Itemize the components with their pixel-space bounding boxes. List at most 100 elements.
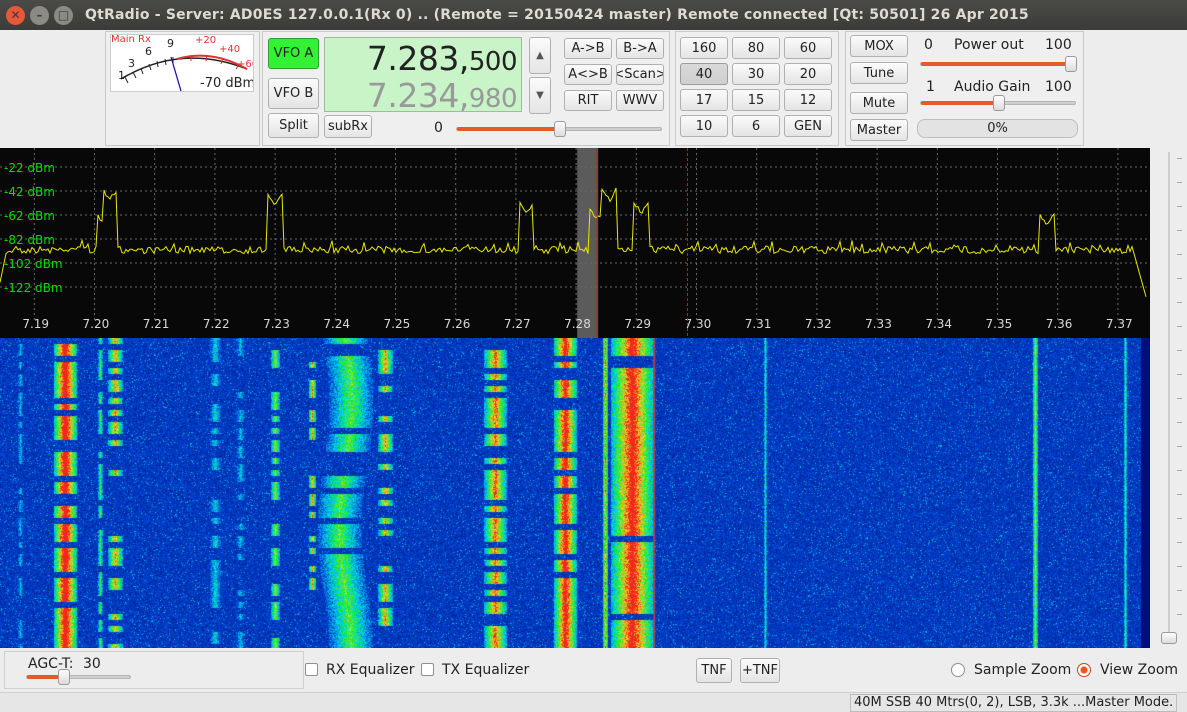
band-button-10[interactable]: 10 — [680, 115, 728, 137]
band-button-12[interactable]: 12 — [784, 89, 832, 111]
tx-equalizer-label: TX Equalizer — [442, 662, 530, 678]
freq-label: 7.20 — [83, 317, 110, 331]
tnf-button[interactable]: TNF — [696, 658, 732, 683]
freq-label: 7.36 — [1046, 317, 1073, 331]
scrollbar-tick — [1177, 350, 1182, 351]
down-arrow-icon: ▼ — [536, 90, 544, 101]
spectrum-plot[interactable]: -22 dBm -42 dBm -62 dBm -82 dBm -102 dBm -122… — [0, 148, 1150, 338]
freq-label: 7.29 — [624, 317, 651, 331]
vfo-b-frequency-hz: 980 — [468, 84, 518, 114]
tx-progress-bar: 0% — [917, 119, 1078, 138]
audio-gain-slider[interactable] — [920, 95, 1076, 111]
title-bar: ✕ – □ QtRadio - Server: AD0ES 127.0.0.1(… — [0, 0, 1187, 30]
vfo-op-button-4[interactable]: <Scan> — [616, 64, 664, 85]
tx-equalizer-checkbox[interactable] — [421, 663, 434, 676]
vfo-op-button-3[interactable]: A<>B — [564, 64, 612, 85]
scrollbar-tick — [1177, 494, 1182, 495]
vfo-b-button[interactable]: VFO B — [268, 78, 319, 109]
freq-label: 7.30 — [685, 317, 712, 331]
split-button[interactable]: Split — [268, 113, 319, 138]
meter-scale-plus40: +40 — [219, 44, 241, 55]
minimize-window-button[interactable]: – — [30, 5, 49, 25]
freq-down-button[interactable]: ▼ — [529, 77, 551, 114]
s-meter: Main Rx 1 3 6 9 +20 +40 +60 -70 dBm — [110, 34, 254, 92]
band-button-20[interactable]: 20 — [784, 63, 832, 85]
waterfall-display[interactable] — [0, 338, 1150, 648]
agc-slider[interactable] — [26, 669, 131, 685]
db-label: -102 dBm — [4, 257, 63, 271]
freq-label: 7.28 — [564, 317, 591, 331]
subrx-button[interactable]: subRx — [324, 115, 372, 138]
frequency-display[interactable]: 7.283,500 7.234,980 — [324, 37, 522, 115]
vfo-b-frequency[interactable]: 7.234,980 — [367, 76, 518, 115]
band-button-17[interactable]: 17 — [680, 89, 728, 111]
scrollbar-handle[interactable] — [1161, 632, 1177, 644]
meter-scale-1: 1 — [118, 69, 125, 82]
band-button-40[interactable]: 40 — [680, 63, 728, 85]
freq-label: 7.34 — [925, 317, 952, 331]
audio-gain-slider-fill — [921, 101, 999, 105]
close-icon: ✕ — [10, 8, 21, 22]
meter-scale-3: 3 — [128, 57, 135, 70]
band-button-6[interactable]: 6 — [732, 115, 780, 137]
freq-label: 7.26 — [444, 317, 471, 331]
spectrum-vertical-scrollbar[interactable] — [1150, 148, 1187, 648]
db-label: -122 dBm — [4, 281, 63, 295]
maximize-window-button[interactable]: □ — [54, 5, 73, 25]
master-button[interactable]: Master — [850, 119, 908, 141]
scrollbar-tick — [1177, 254, 1182, 255]
step-slider[interactable] — [456, 121, 662, 137]
close-window-button[interactable]: ✕ — [6, 5, 25, 25]
power-slider-handle[interactable] — [1065, 56, 1077, 72]
meter-scale-9: 9 — [167, 37, 174, 50]
scrollbar-tick — [1177, 446, 1182, 447]
band-button-80[interactable]: 80 — [732, 37, 780, 59]
vfo-op-button-1[interactable]: A->B — [564, 38, 612, 59]
view-zoom-label: View Zoom — [1100, 662, 1179, 678]
view-zoom-radio[interactable] — [1077, 663, 1091, 677]
freq-label: 7.31 — [745, 317, 772, 331]
vfo-op-button-5[interactable]: RIT — [564, 90, 612, 111]
freq-label: 7.27 — [504, 317, 531, 331]
tx-progress-text: 0% — [987, 121, 1008, 136]
vfo-a-frequency-mhz: 7.283, — [366, 39, 469, 78]
freq-label: 7.24 — [323, 317, 350, 331]
scrollbar-tick — [1177, 518, 1182, 519]
vfo-op-button-2[interactable]: B->A — [616, 38, 664, 59]
vfo-a-frequency[interactable]: 7.283,500 — [366, 39, 518, 78]
add-tnf-button[interactable]: +TNF — [740, 658, 780, 683]
vfo-op-button-6[interactable]: WWV — [616, 90, 664, 111]
mox-button[interactable]: MOX — [850, 35, 908, 57]
vfo-a-button[interactable]: VFO A — [268, 38, 319, 69]
panadapter[interactable]: -22 dBm -42 dBm -62 dBm -82 dBm -102 dBm -122… — [0, 148, 1150, 648]
power-slider[interactable] — [920, 56, 1077, 72]
sample-zoom-label: Sample Zoom — [974, 662, 1072, 678]
tune-button[interactable]: Tune — [850, 62, 908, 84]
scrollbar-groove — [1168, 152, 1170, 642]
band-button-160[interactable]: 160 — [680, 37, 728, 59]
band-button-30[interactable]: 30 — [732, 63, 780, 85]
freq-label: 7.25 — [384, 317, 411, 331]
passband-highlight[interactable] — [577, 148, 599, 338]
rx-equalizer-checkbox[interactable] — [305, 663, 318, 676]
agc-slider-handle[interactable] — [57, 669, 70, 685]
agc-value: 30 — [83, 656, 101, 672]
mute-button[interactable]: Mute — [850, 92, 908, 114]
gain-min: 1 — [926, 79, 935, 95]
scrollbar-tick — [1177, 374, 1182, 375]
audio-gain-slider-handle[interactable] — [993, 95, 1005, 111]
freq-up-button[interactable]: ▲ — [529, 37, 551, 74]
gain-max: 100 — [1045, 79, 1072, 95]
band-button-gen[interactable]: GEN — [784, 115, 832, 137]
minimize-icon: – — [36, 8, 43, 22]
band-button-60[interactable]: 60 — [784, 37, 832, 59]
step-slider-handle[interactable] — [554, 121, 566, 137]
scrollbar-tick — [1177, 398, 1182, 399]
window-title: QtRadio - Server: AD0ES 127.0.0.1(Rx 0) … — [85, 7, 1029, 23]
sample-zoom-radio[interactable] — [951, 663, 965, 677]
power-slider-fill — [921, 62, 1077, 66]
freq-label: 7.35 — [986, 317, 1013, 331]
power-max: 100 — [1045, 37, 1072, 53]
meter-title: Main Rx — [111, 34, 151, 45]
band-button-15[interactable]: 15 — [732, 89, 780, 111]
